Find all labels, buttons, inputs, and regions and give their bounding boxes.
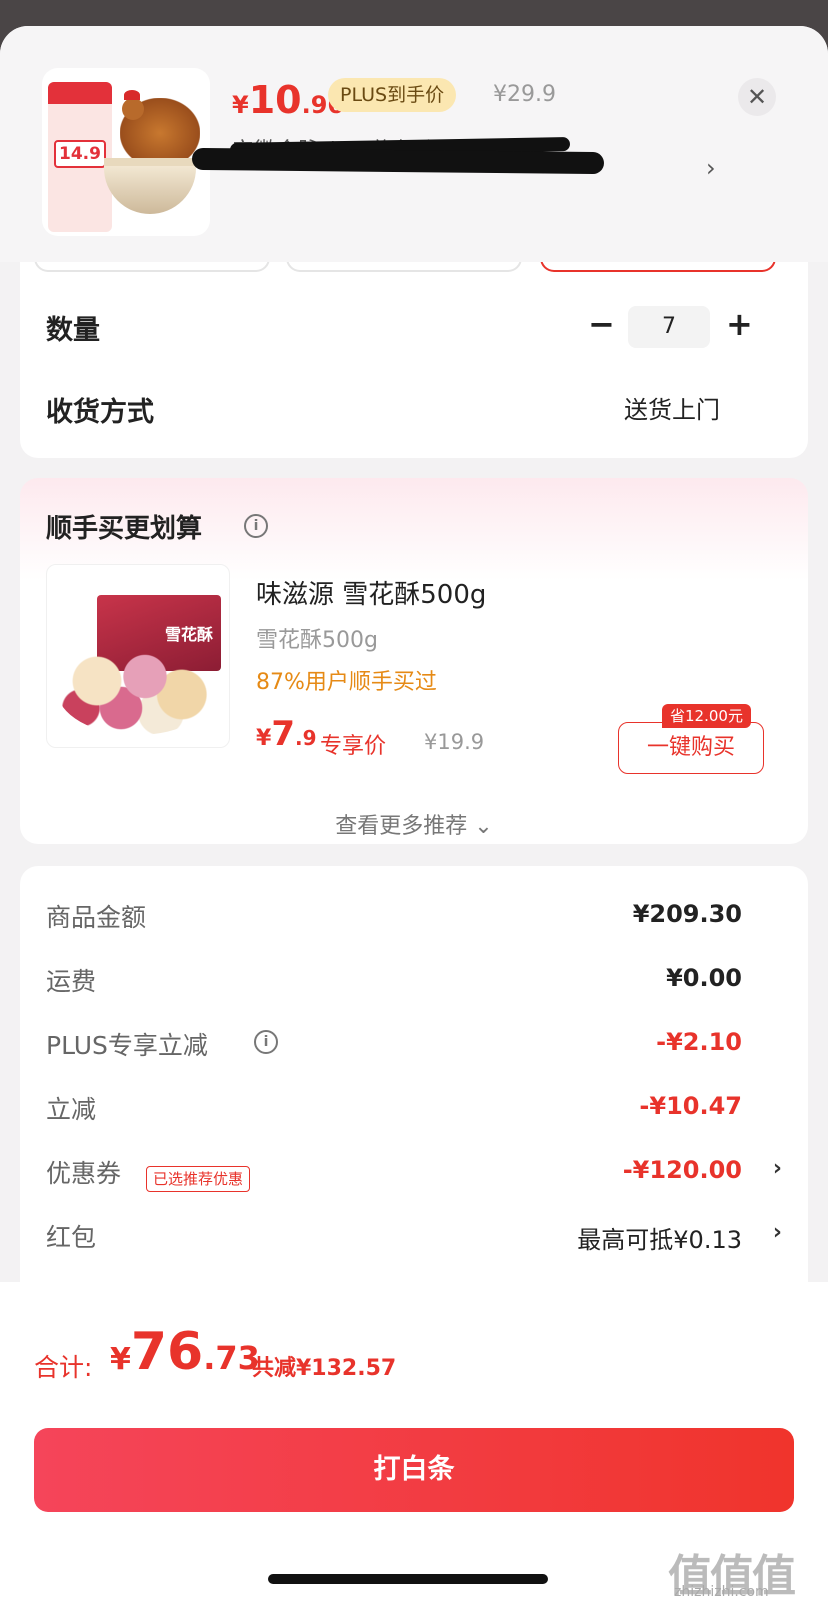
product-header: 14.9 ¥10.96 PLUS到手价 ¥29.9 ✕ 安徽金脉 (**) 旗舰… xyxy=(0,26,828,262)
shipping-label: 运费 xyxy=(46,967,97,996)
plus-discount-value: -¥2.10 xyxy=(656,1028,742,1056)
plus-price-tag: PLUS到手价 xyxy=(328,78,457,112)
one-click-buy-button[interactable]: 一键购买 xyxy=(618,722,764,774)
coupon-label: 优惠券 xyxy=(46,1159,122,1188)
close-button[interactable]: ✕ xyxy=(738,78,776,116)
watermark-url: zhizhizhi.com xyxy=(674,1584,769,1600)
increase-button[interactable]: + xyxy=(726,304,753,344)
recommend-title: 顺手买更划算 xyxy=(46,514,203,544)
hen-comb xyxy=(124,90,140,100)
redaction-scribble xyxy=(191,147,605,175)
chevron-right-icon[interactable]: › xyxy=(706,154,716,182)
soup-bowl-image xyxy=(104,158,196,214)
promo-card: 14.9 xyxy=(48,82,112,232)
product-thumbnail[interactable]: 14.9 xyxy=(42,68,210,236)
recommend-item-image[interactable]: 雪花酥 xyxy=(46,564,230,748)
instant-discount-label: 立减 xyxy=(46,1095,97,1124)
save-badge: 省12.00元 xyxy=(662,704,751,728)
more-recommend-link[interactable]: 查看更多推荐 ⌄ xyxy=(20,808,808,840)
delivery-value[interactable]: 送货上门 xyxy=(624,390,720,425)
recommend-item-name[interactable]: 味滋源 雪花酥500g xyxy=(256,574,486,611)
chevron-right-icon[interactable]: › xyxy=(773,1220,782,1245)
subtotal-label: 商品金额 xyxy=(46,903,147,932)
recommend-original-price: ¥19.9 xyxy=(424,730,485,754)
summary-card: 商品金额 ¥209.30 运费 ¥0.00 PLUS专享立减 i -¥2.10 … xyxy=(20,866,808,1306)
quantity-input[interactable]: 7 xyxy=(628,306,710,348)
instant-discount-value: -¥10.47 xyxy=(639,1092,742,1120)
delivery-label: 收货方式 xyxy=(46,397,154,428)
home-indicator[interactable] xyxy=(268,1574,548,1584)
promo-price: 14.9 xyxy=(54,140,106,168)
exclusive-price-label: 专享价 xyxy=(320,734,387,759)
red-packet-label: 红包 xyxy=(46,1223,97,1252)
chevron-right-icon[interactable]: › xyxy=(773,1156,782,1181)
checkout-bar: 合计: ¥76.73 共减¥132.57 打白条 值值值 zhizhizhi.c… xyxy=(0,1282,828,1606)
original-price: ¥29.9 xyxy=(493,82,556,107)
shipping-value: ¥0.00 xyxy=(666,964,742,992)
snack-pile-image xyxy=(57,645,217,735)
checkout-sheet: 14.9 ¥10.96 PLUS到手价 ¥29.9 ✕ 安徽金脉 (**) 旗舰… xyxy=(0,26,828,1606)
total-price: ¥76.73 xyxy=(110,1322,260,1382)
pay-button[interactable]: 打白条 xyxy=(34,1428,794,1512)
coupon-value[interactable]: -¥120.00 xyxy=(623,1156,742,1184)
product-price: ¥10.96 xyxy=(232,78,345,122)
hen-head xyxy=(122,98,144,120)
total-savings: 共减¥132.57 xyxy=(252,1356,397,1381)
info-icon[interactable]: i xyxy=(254,1030,278,1054)
subtotal-value: ¥209.30 xyxy=(632,900,742,928)
site-watermark: 值值值 zhizhizhi.com xyxy=(668,1540,818,1602)
promo-banner xyxy=(48,82,112,104)
recommend-card: 顺手买更划算 i 雪花酥 味滋源 雪花酥500g 雪花酥500g 87%用户顺手… xyxy=(20,478,808,844)
plus-discount-label: PLUS专享立减 xyxy=(46,1031,208,1060)
red-packet-value[interactable]: 最高可抵¥0.13 xyxy=(577,1220,742,1255)
recommend-item-stat: 87%用户顺手买过 xyxy=(256,670,437,695)
info-icon[interactable]: i xyxy=(244,514,268,538)
coupon-recommended-tag: 已选推荐优惠 xyxy=(146,1166,251,1192)
total-label: 合计: xyxy=(34,1353,93,1382)
recommend-item-spec: 雪花酥500g xyxy=(256,628,378,653)
quantity-label: 数量 xyxy=(46,315,100,346)
recommend-item-price: ¥7.9 xyxy=(256,714,317,754)
decrease-button[interactable]: − xyxy=(588,304,615,344)
